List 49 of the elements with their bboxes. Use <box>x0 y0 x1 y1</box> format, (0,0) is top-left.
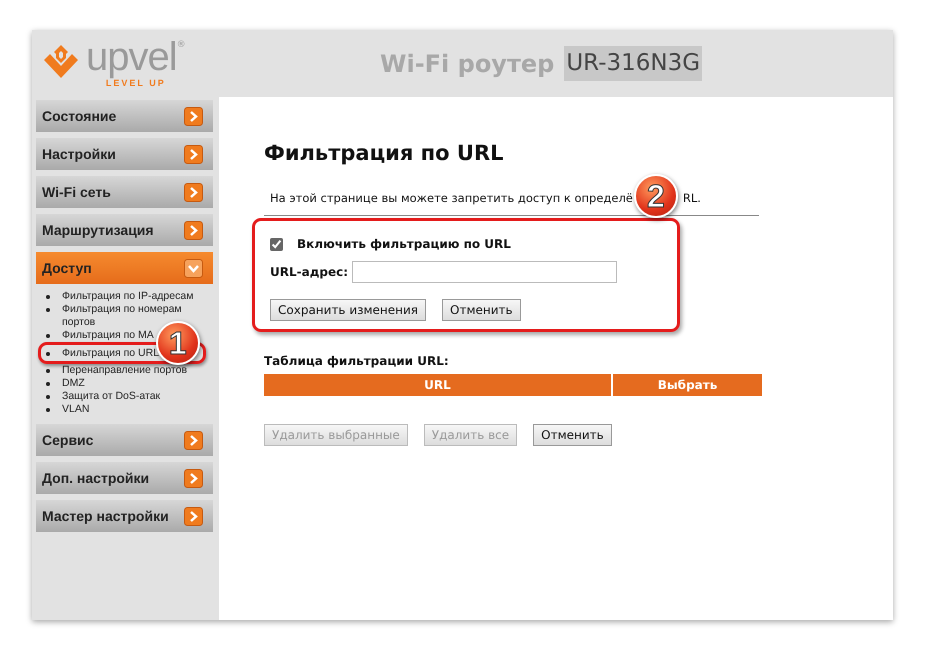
save-button[interactable]: Сохранить изменения <box>270 299 426 322</box>
chevron-right-icon <box>184 182 203 202</box>
chevron-down-icon <box>184 258 203 278</box>
sidebar-menu-button[interactable]: Доступ <box>36 252 213 284</box>
sidebar-link[interactable]: Фильтрация по IP-адресам <box>60 290 194 303</box>
sidebar-link[interactable]: Фильтрация по MA <box>60 329 154 342</box>
page-title: Фильтрация по URL <box>264 141 505 166</box>
model-name: UR-316N3G <box>564 46 702 81</box>
logo-text: upvel <box>86 36 177 77</box>
sidebar-menu-button[interactable]: Сервис <box>36 424 213 456</box>
url-input-field[interactable] <box>352 261 618 284</box>
chevron-right-icon <box>184 106 203 126</box>
sidebar-link[interactable]: VLAN <box>60 403 90 416</box>
bullet-icon <box>46 334 50 338</box>
field-label: URL-адрес: <box>270 264 348 282</box>
logo-tagline: LEVEL UP <box>106 78 166 90</box>
bullet-icon <box>46 295 50 299</box>
bullet-icon <box>46 395 50 399</box>
chevron-right-icon <box>184 430 203 450</box>
bullet-icon <box>46 408 50 412</box>
chevron-right-icon <box>184 506 203 526</box>
sidebar-link[interactable]: Защита от DoS-атак <box>60 390 160 403</box>
chevron-right-icon <box>184 220 203 240</box>
column-header: Выбрать <box>613 374 762 396</box>
bullet-icon <box>46 308 50 312</box>
router-title: Wi-Fi роутер <box>380 48 554 80</box>
cancel-button[interactable]: Отменить <box>442 299 521 322</box>
sidebar-menu-button[interactable]: Мастер настройки <box>36 500 213 532</box>
sidebar-menu-button[interactable]: Настройки <box>36 138 213 170</box>
chevron-right-icon <box>184 144 203 164</box>
cancel-button[interactable]: Отменить <box>533 424 612 446</box>
bullet-icon <box>46 352 50 356</box>
description-text: RL. <box>682 190 701 208</box>
sidebar-menu-button[interactable]: Wi-Fi сеть <box>36 176 213 208</box>
chevron-right-icon <box>184 468 203 488</box>
sidebar-link[interactable]: DMZ <box>60 377 85 390</box>
table-title: Таблица фильтрации URL: <box>264 353 450 370</box>
sidebar-menu-button[interactable]: Маршрутизация <box>36 214 213 246</box>
description-text: На этой странице вы можете запретить доступ к определё <box>270 190 633 208</box>
bullet-icon <box>46 382 50 386</box>
bullet-icon <box>46 369 50 373</box>
column-header: URL <box>264 374 611 396</box>
sidebar-menu-button[interactable]: Доп. настройки <box>36 462 213 494</box>
sidebar-link[interactable]: Перенаправление портов <box>60 364 188 377</box>
sidebar-link[interactable]: Фильтрация по номерам портов <box>60 303 210 329</box>
checkbox-label: Включить фильтрацию по URL <box>297 236 511 254</box>
enable-checkbox[interactable] <box>270 238 283 251</box>
sidebar-menu-button[interactable]: Состояние <box>36 100 213 132</box>
trademark-mark: ® <box>176 38 186 52</box>
